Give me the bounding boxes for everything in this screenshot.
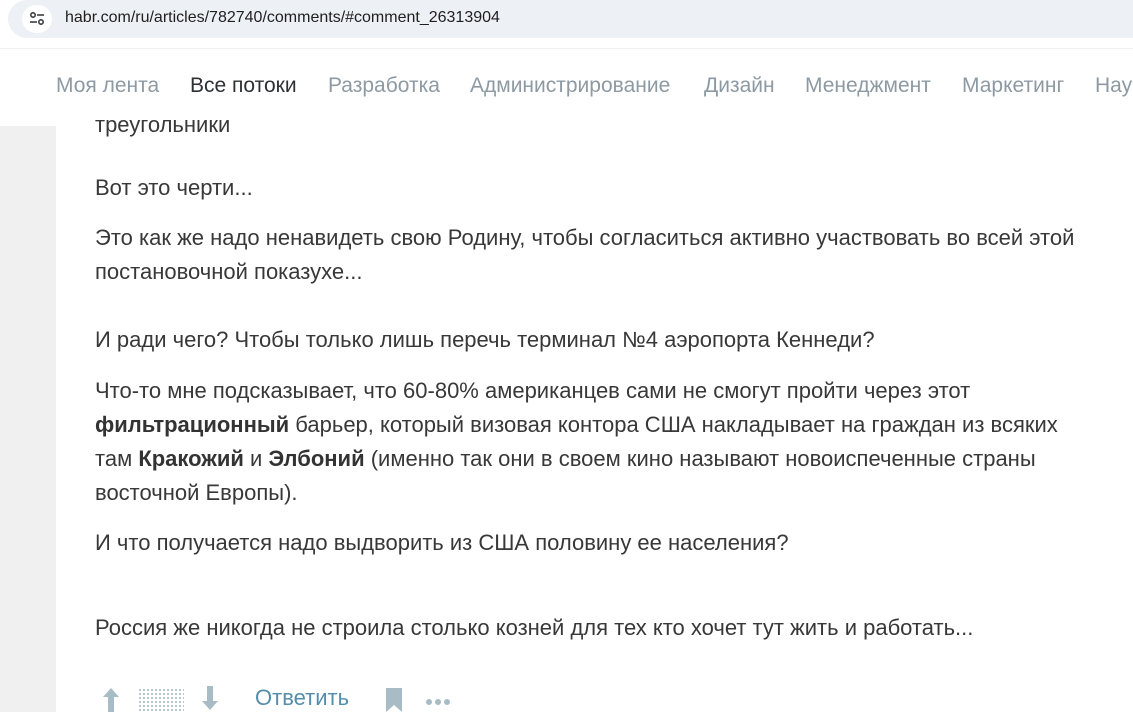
comment-paragraph: И что получается надо выдворить из США п… (95, 530, 789, 555)
bookmark-icon[interactable] (384, 688, 404, 712)
nav-item-management[interactable]: Менеджмент (805, 74, 931, 98)
comment-bold-text: Кракожий (138, 446, 244, 471)
nav-item-science[interactable]: Нау (1095, 74, 1132, 98)
nav-item-all-flows[interactable]: Все потоки (190, 74, 297, 98)
reply-link[interactable]: Ответить (255, 685, 349, 711)
comment-paragraph: Россия же никогда не строила столько коз… (95, 615, 974, 640)
comment-paragraph: И ради чего? Чтобы только лишь перечь те… (95, 327, 875, 352)
comment-bold-text: Элбоний (268, 446, 365, 471)
comment-paragraph: Вот это черти... (95, 175, 253, 200)
nav-item-design[interactable]: Дизайн (704, 74, 775, 98)
comment-score (138, 688, 184, 712)
url-text[interactable]: habr.com/ru/articles/782740/comments/#co… (65, 9, 500, 27)
comment-text: и (243, 446, 269, 471)
more-horizontal-icon[interactable] (425, 694, 451, 712)
site-info-button[interactable] (22, 5, 52, 33)
flows-nav: Моя лента Все потоки Разработка Админист… (0, 48, 1133, 127)
arrow-up-icon[interactable] (100, 686, 122, 712)
url-field[interactable]: habr.com/ru/articles/782740/comments/#co… (8, 0, 1133, 38)
nav-item-my-feed[interactable]: Моя лента (56, 74, 159, 98)
page: habr.com/ru/articles/782740/comments/#co… (0, 0, 1133, 712)
browser-address-bar: habr.com/ru/articles/782740/comments/#co… (0, 0, 1133, 39)
comment-text: Что-то мне подсказывает, что 60-80% амер… (95, 378, 971, 403)
nav-item-administration[interactable]: Администрирование (470, 74, 670, 98)
comment-paragraph: Что-то мне подсказывает, что 60-80% амер… (95, 374, 1095, 510)
nav-item-development[interactable]: Разработка (328, 74, 440, 98)
comment-paragraph: Это как же надо ненавидеть свою Родину, … (95, 225, 1075, 284)
nav-item-marketing[interactable]: Маркетинг (962, 74, 1064, 98)
arrow-down-icon[interactable] (199, 686, 221, 712)
comment-bold-text: фильтрационный (95, 412, 290, 437)
